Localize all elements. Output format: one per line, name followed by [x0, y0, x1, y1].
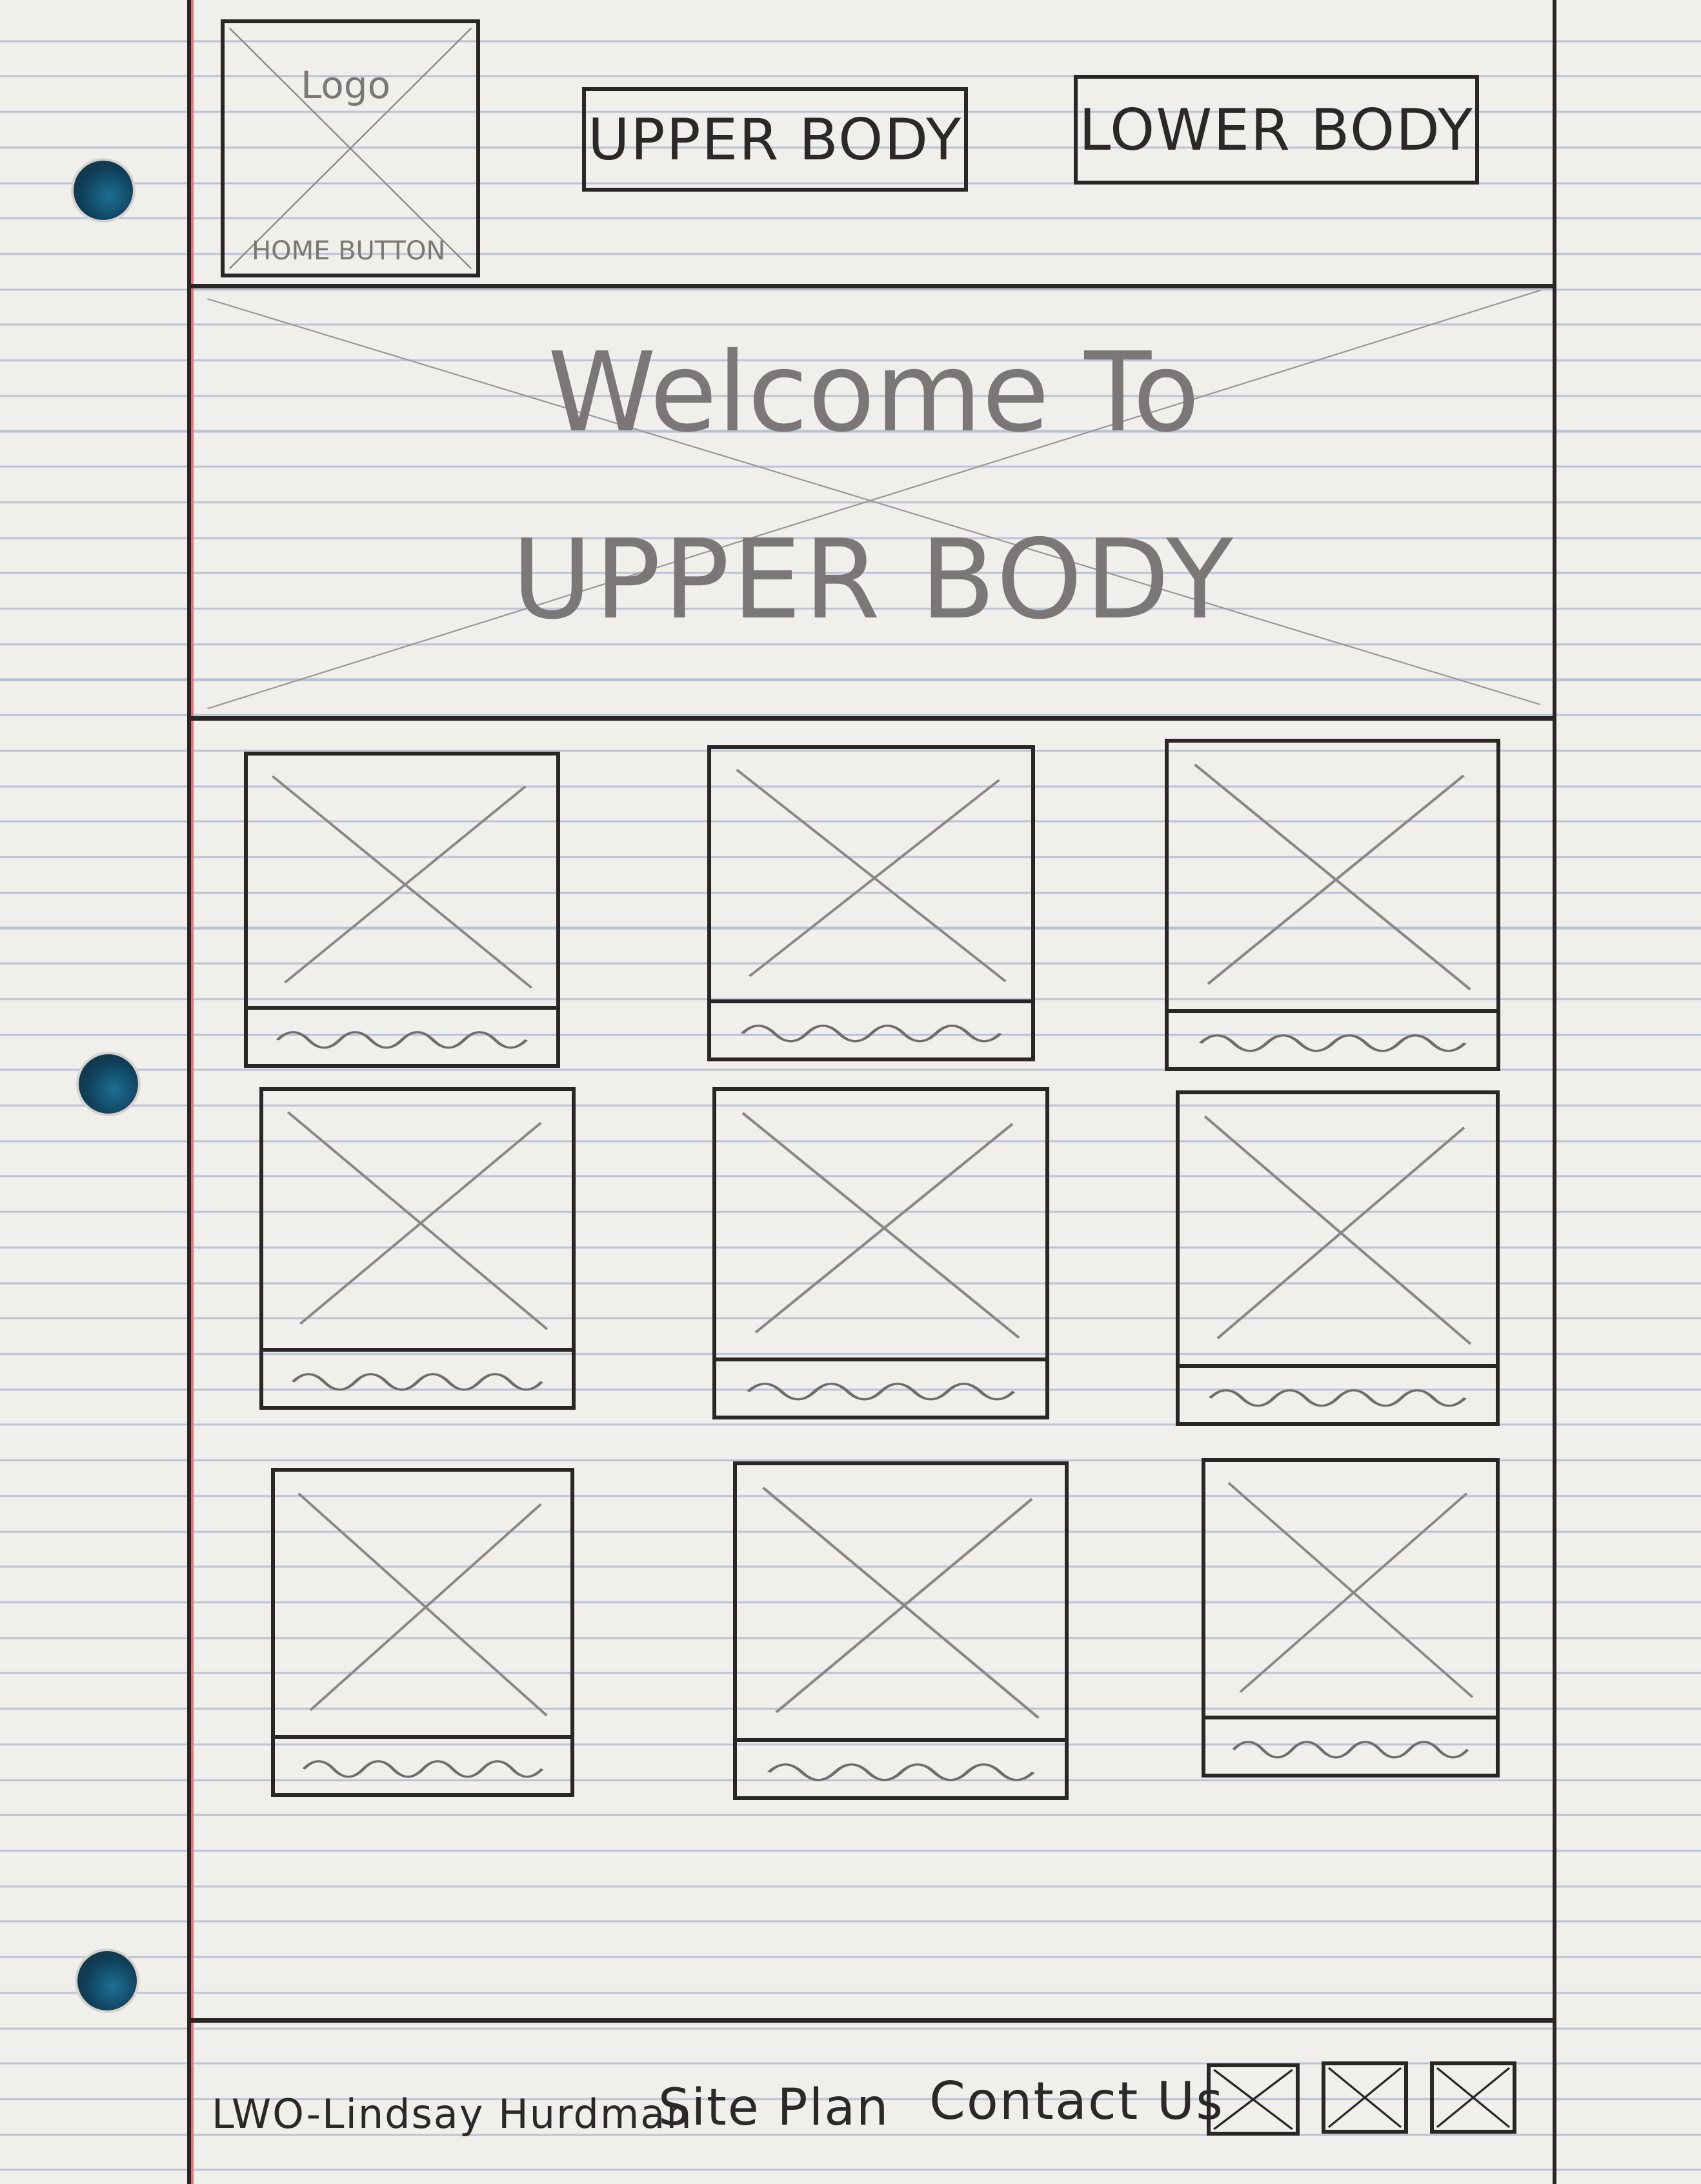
card-caption-placeholder: [248, 1006, 556, 1064]
card-image-placeholder-icon: [297, 1492, 548, 1717]
footer-contact-link[interactable]: Contact Us: [929, 2071, 1224, 2131]
card-caption-placeholder: [737, 1738, 1065, 1796]
social-icon-2[interactable]: [1322, 2061, 1408, 2134]
exercise-card[interactable]: [1202, 1458, 1500, 1778]
exercise-card[interactable]: [712, 1087, 1049, 1419]
card-image-placeholder-icon: [287, 1111, 549, 1330]
binder-hole: [71, 158, 136, 223]
hero-banner: Welcome To UPPER BODY: [194, 290, 1554, 713]
home-button-label: HOME BUTTON: [252, 236, 446, 266]
caption-squiggle-icon: [740, 1025, 1002, 1043]
exercise-card[interactable]: [1176, 1090, 1500, 1426]
caption-squiggle-icon: [1198, 1034, 1467, 1052]
card-image-placeholder-icon: [1203, 1116, 1472, 1345]
caption-squiggle-icon: [276, 1031, 528, 1049]
card-caption-placeholder: [1205, 1716, 1496, 1774]
exercise-card[interactable]: [707, 745, 1035, 1061]
card-image-placeholder-icon: [736, 768, 1007, 983]
card-caption-placeholder: [1169, 1009, 1496, 1067]
footer-divider: [191, 2018, 1556, 2023]
caption-squiggle-icon: [291, 1373, 544, 1391]
caption-squiggle-icon: [1208, 1389, 1467, 1407]
card-caption-placeholder: [263, 1348, 572, 1406]
footer-credit: LWO-Lindsay Hurdman: [212, 2090, 693, 2138]
card-image-placeholder-icon: [271, 775, 533, 989]
logo-label: Logo: [301, 63, 391, 107]
caption-squiggle-icon: [1232, 1741, 1469, 1759]
card-image-placeholder-icon: [1194, 763, 1471, 990]
caption-squiggle-icon: [746, 1383, 1016, 1401]
hero-title-line1: Welcome To: [547, 329, 1200, 457]
exercise-card[interactable]: [733, 1461, 1069, 1800]
nav-upper-body-label: UPPER BODY: [587, 106, 963, 173]
card-caption-placeholder: [711, 999, 1031, 1057]
card-image-placeholder-icon: [741, 1112, 1020, 1339]
caption-squiggle-icon: [302, 1760, 543, 1778]
exercise-card[interactable]: [259, 1087, 576, 1410]
nav-lower-body-label: LOWER BODY: [1079, 96, 1474, 163]
nav-upper-body-button[interactable]: UPPER BODY: [582, 87, 968, 192]
card-caption-placeholder: [275, 1735, 570, 1793]
card-caption-placeholder: [716, 1357, 1045, 1416]
social-placeholder-icon: [1436, 2067, 1511, 2129]
card-image-placeholder-icon: [762, 1487, 1040, 1719]
exercise-card[interactable]: [1165, 739, 1500, 1071]
binder-hole: [76, 1052, 141, 1116]
social-icon-3[interactable]: [1430, 2061, 1516, 2134]
social-placeholder-icon: [1213, 2069, 1294, 2130]
social-placeholder-icon: [1327, 2067, 1402, 2129]
exercise-card[interactable]: [271, 1468, 574, 1797]
social-icon-1[interactable]: [1207, 2063, 1300, 2136]
exercise-card[interactable]: [244, 752, 560, 1068]
binder-hole: [75, 1949, 139, 2013]
header-divider: [191, 284, 1556, 288]
footer-site-plan-link[interactable]: Site Plan: [658, 2079, 890, 2137]
hero-title-line2: UPPER BODY: [512, 516, 1236, 644]
logo-home-button[interactable]: Logo HOME BUTTON: [221, 19, 480, 277]
caption-squiggle-icon: [767, 1763, 1035, 1781]
hero-divider: [191, 716, 1556, 721]
card-image-placeholder-icon: [1227, 1482, 1474, 1698]
card-caption-placeholder: [1180, 1364, 1496, 1422]
nav-lower-body-button[interactable]: LOWER BODY: [1074, 75, 1479, 185]
